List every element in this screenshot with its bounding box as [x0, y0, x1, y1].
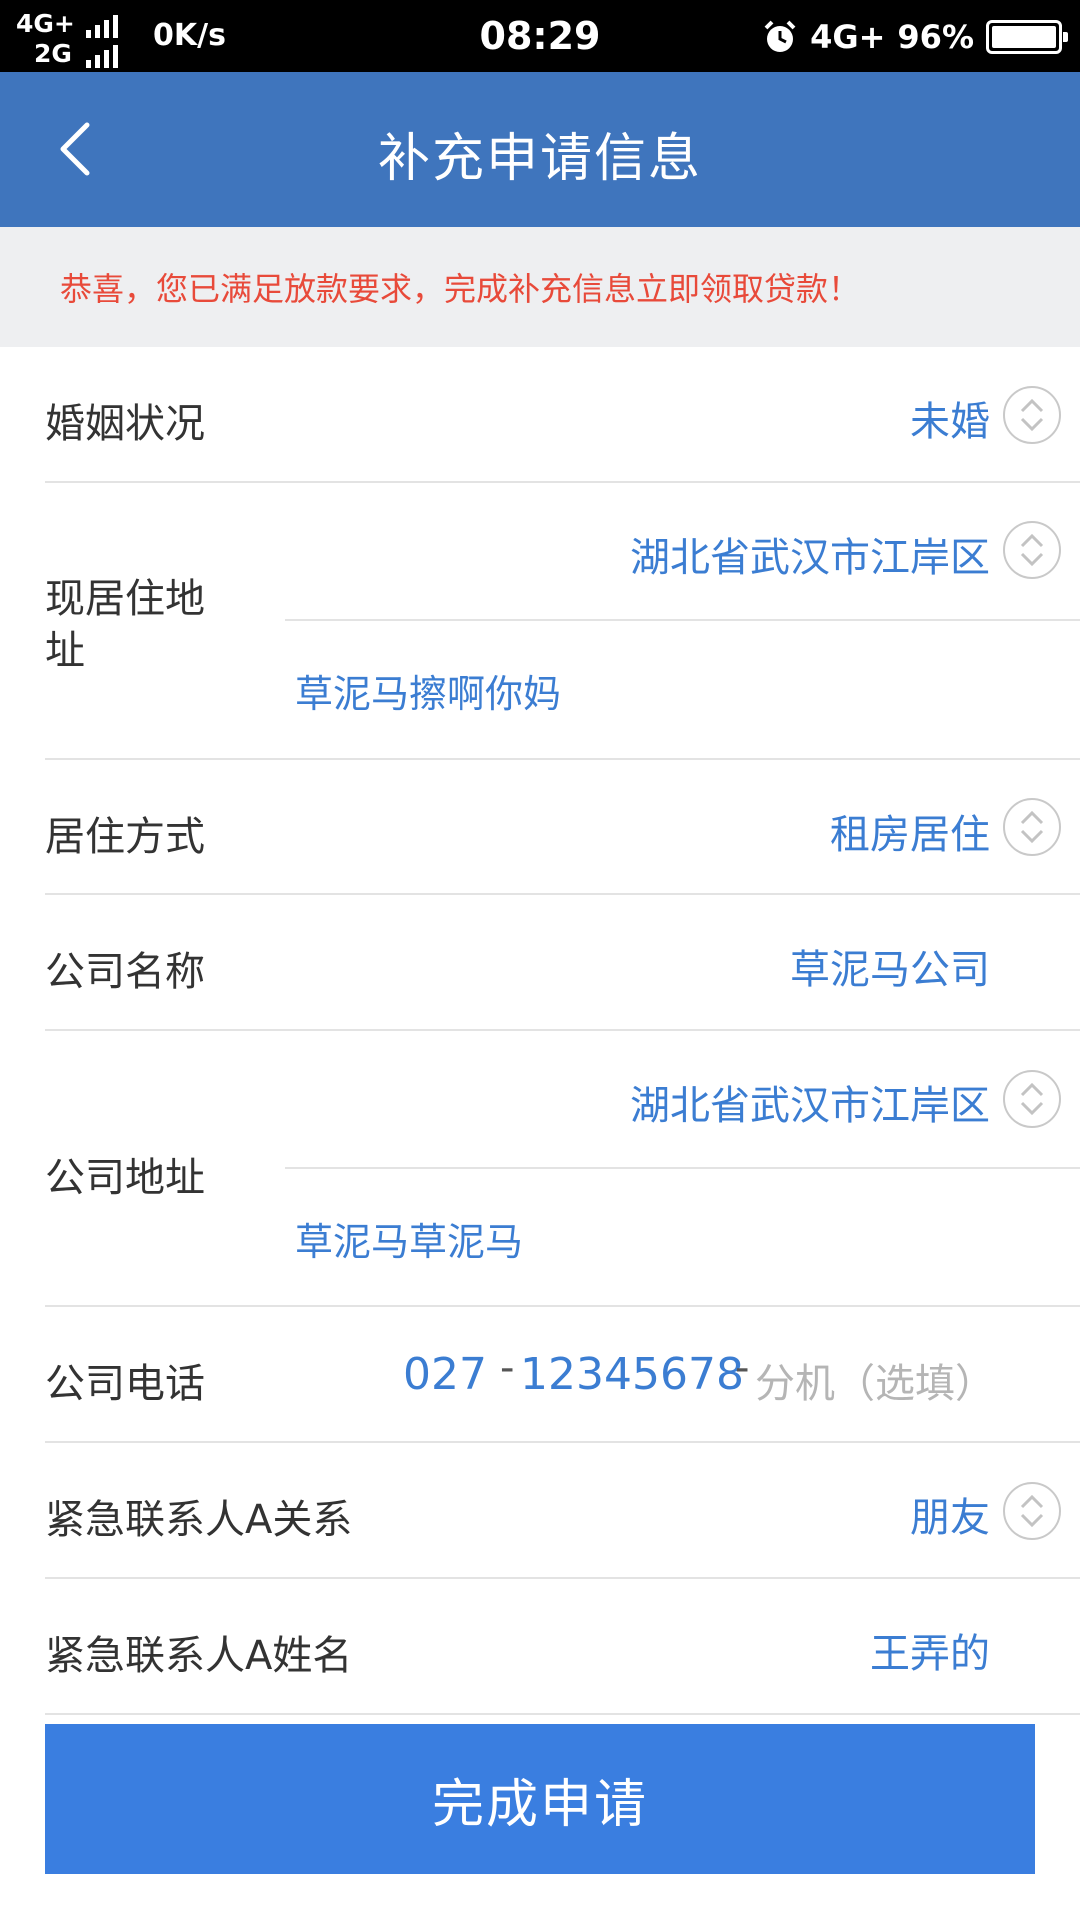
company-phone-label: 公司电话 [45, 1361, 205, 1407]
contact-a-relation-row[interactable]: 紧急联系人A关系 朋友 [45, 1443, 1080, 1579]
company-address-detail[interactable]: 草泥马草泥马 [295, 1211, 523, 1266]
residence-type-label: 居住方式 [45, 814, 205, 860]
divider [285, 619, 1080, 621]
contact-a-relation-label: 紧急联系人A关系 [45, 1497, 353, 1543]
marital-status-label: 婚姻状况 [45, 401, 205, 447]
status-right-group: 4G+ 96% [762, 12, 1068, 62]
notice-banner: 恭喜，您已满足放款要求，完成补充信息立即领取贷款！ [0, 227, 1080, 347]
company-phone-row: 公司电话 027 - 12345678 - 分机（选填） [45, 1307, 1080, 1443]
contact-a-relation-value: 朋友 [910, 1495, 990, 1541]
current-address-row: 现居住地址 湖北省武汉市江岸区 草泥马擦啊你妈 [45, 483, 1080, 760]
phone-area-code-input[interactable]: 027 [403, 1349, 487, 1400]
marital-status-row[interactable]: 婚姻状况 未婚 [45, 347, 1080, 483]
phone-number-input[interactable]: 12345678 [520, 1349, 744, 1400]
select-arrows-icon[interactable] [1003, 798, 1061, 856]
phone-separator: - [735, 1345, 750, 1391]
residence-type-value: 租房居住 [830, 812, 990, 858]
divider [285, 1167, 1080, 1169]
phone-separator: - [500, 1345, 515, 1391]
company-address-label: 公司地址 [45, 1155, 205, 1201]
current-address-region[interactable]: 湖北省武汉市江岸区 [630, 525, 990, 583]
status-bar: 4G+ 2G 0K/s 08:29 4G+ 96% [0, 0, 1080, 72]
app-header: 补充申请信息 [0, 72, 1080, 227]
select-arrows-icon[interactable] [1003, 1482, 1061, 1540]
contact-a-name-label: 紧急联系人A姓名 [45, 1633, 353, 1679]
marital-status-value: 未婚 [910, 399, 990, 445]
company-address-row: 公司地址 湖北省武汉市江岸区 草泥马草泥马 [45, 1031, 1080, 1307]
page-title: 补充申请信息 [377, 129, 702, 189]
contact-a-name-row: 紧急联系人A姓名 王弄的 [45, 1579, 1080, 1715]
network-right-label: 4G+ [810, 18, 886, 56]
company-name-label: 公司名称 [45, 949, 205, 995]
company-address-region[interactable]: 湖北省武汉市江岸区 [630, 1073, 990, 1131]
residence-type-row[interactable]: 居住方式 租房居住 [45, 760, 1080, 895]
company-name-input[interactable]: 草泥马公司 [790, 937, 990, 995]
current-address-detail[interactable]: 草泥马擦啊你妈 [295, 663, 561, 718]
notice-text: 恭喜，您已满足放款要求，完成补充信息立即领取贷款！ [60, 270, 861, 308]
phone-extension-input[interactable]: 分机（选填） [755, 1351, 995, 1409]
current-address-label: 现居住地址 [45, 576, 205, 674]
alarm-clock-icon [764, 20, 796, 52]
contact-a-name-input[interactable]: 王弄的 [870, 1621, 990, 1679]
submit-button[interactable]: 完成申请 [45, 1724, 1035, 1874]
battery-icon [986, 20, 1068, 54]
select-arrows-icon[interactable] [1003, 386, 1061, 444]
company-name-row: 公司名称 草泥马公司 [45, 895, 1080, 1031]
select-arrows-icon[interactable] [1003, 1070, 1061, 1128]
select-arrows-icon[interactable] [1003, 521, 1061, 579]
battery-percent: 96% [897, 18, 974, 56]
